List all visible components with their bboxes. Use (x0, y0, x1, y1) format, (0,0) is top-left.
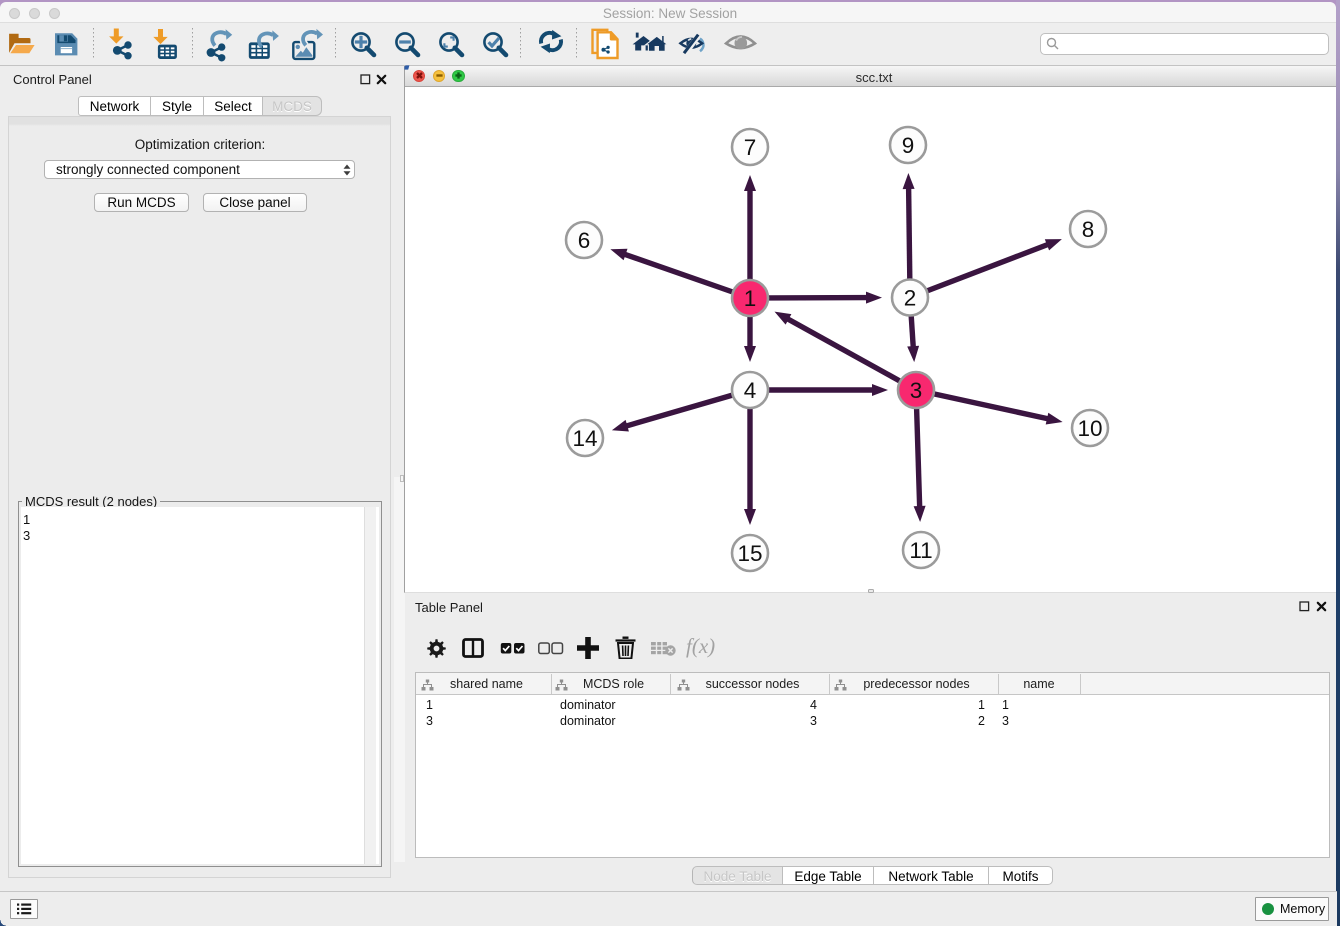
svg-text:4: 4 (744, 378, 757, 403)
svg-text:8: 8 (1082, 217, 1095, 242)
svg-text:14: 14 (572, 426, 597, 451)
svg-text:3: 3 (910, 378, 923, 403)
svg-text:2: 2 (904, 286, 917, 311)
svg-text:7: 7 (744, 135, 757, 160)
svg-text:10: 10 (1077, 416, 1102, 441)
svg-text:15: 15 (737, 541, 762, 566)
svg-text:6: 6 (578, 228, 591, 253)
svg-text:1: 1 (744, 286, 757, 311)
svg-text:9: 9 (902, 133, 915, 158)
svg-text:11: 11 (909, 538, 932, 563)
